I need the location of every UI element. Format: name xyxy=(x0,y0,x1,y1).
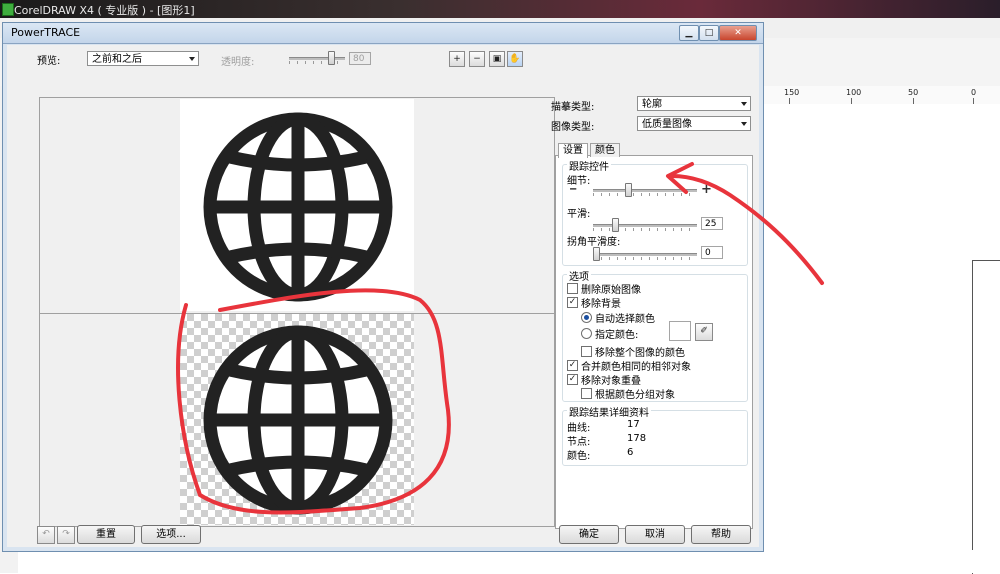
image-type-label: 图像类型: xyxy=(551,122,595,133)
horizontal-ruler: 150 100 50 0 xyxy=(762,86,1000,105)
options-group: 选项 删除原始图像 ✓ 移除背景 自动选择颜色 指定颜色: ✐ 移除整个图像的颜… xyxy=(562,268,748,402)
detail-slider[interactable] xyxy=(593,183,697,197)
dialog-titlebar[interactable]: PowerTRACE ▁ □ ✕ xyxy=(3,23,763,44)
slider-thumb[interactable] xyxy=(328,51,335,65)
corner-smoothness-input[interactable]: 0 xyxy=(701,246,723,259)
corner-smoothness-label: 拐角平滑度: xyxy=(567,237,621,248)
preview-mode-value: 之前和之后 xyxy=(92,54,142,65)
auto-color-radio[interactable] xyxy=(581,312,592,323)
smooth-input[interactable]: 25 xyxy=(701,217,723,230)
color-swatch[interactable] xyxy=(669,321,691,341)
app-title: CorelDRAW X4 ( 专业版 ) - [图形1] xyxy=(14,4,195,17)
before-preview-pane[interactable] xyxy=(39,97,555,314)
drawing-canvas[interactable] xyxy=(762,104,1000,573)
colors-value: 6 xyxy=(627,447,634,458)
pan-hand-icon[interactable]: ✋ xyxy=(507,51,523,67)
after-preview-pane[interactable] xyxy=(39,313,555,527)
image-type-value: 低质量图像 xyxy=(642,119,692,130)
chevron-down-icon xyxy=(741,102,747,106)
tab-settings[interactable]: 设置 xyxy=(558,143,588,158)
ruler-label: 0 xyxy=(971,88,977,97)
image-type-dropdown[interactable]: 低质量图像 xyxy=(637,116,751,131)
eyedropper-icon[interactable]: ✐ xyxy=(695,323,713,341)
transparency-slider[interactable] xyxy=(289,51,345,65)
chevron-down-icon xyxy=(741,122,747,126)
redo-icon[interactable]: ↷ xyxy=(57,526,75,544)
curves-value: 17 xyxy=(627,419,640,430)
plus-icon[interactable]: + xyxy=(701,182,712,197)
traced-image xyxy=(180,314,414,525)
undo-icon[interactable]: ↶ xyxy=(37,526,55,544)
settings-tab-panel: 设置 颜色 跟踪控件 细节: − + 平滑: 25 拐角平滑度: 0 选项 删除… xyxy=(555,143,753,529)
cancel-button[interactable]: 取消 xyxy=(625,525,685,544)
slider-thumb[interactable] xyxy=(593,247,600,261)
trace-type-dropdown[interactable]: 轮廓 xyxy=(637,96,751,111)
dialog-title: PowerTRACE xyxy=(11,26,81,39)
ok-button[interactable]: 确定 xyxy=(559,525,619,544)
transparency-label: 透明度: xyxy=(221,57,255,68)
minus-icon[interactable]: − xyxy=(569,184,577,195)
trace-type-value: 轮廓 xyxy=(642,99,662,110)
maximize-button[interactable]: □ xyxy=(699,25,719,41)
smooth-slider[interactable] xyxy=(593,218,697,232)
preview-label: 预览: xyxy=(37,56,61,67)
smooth-label: 平滑: xyxy=(567,209,591,220)
page-border xyxy=(972,260,1000,574)
delete-original-checkbox[interactable] xyxy=(567,283,578,294)
ruler-label: 150 xyxy=(784,88,800,97)
app-titlebar: CorelDRAW X4 ( 专业版 ) - [图形1] xyxy=(0,0,1000,18)
merge-adjacent-checkbox[interactable]: ✓ xyxy=(567,360,578,371)
group-by-color-label: 根据颜色分组对象 xyxy=(595,390,675,401)
trace-type-label: 描摹类型: xyxy=(551,102,595,113)
nodes-label: 节点: xyxy=(567,437,591,448)
merge-adjacent-label: 合并颜色相同的相邻对象 xyxy=(581,362,691,373)
options-button[interactable]: 选项... xyxy=(141,525,201,544)
status-area xyxy=(18,550,1000,573)
slider-thumb[interactable] xyxy=(625,183,632,197)
zoom-in-icon[interactable]: + xyxy=(449,51,465,67)
ruler-label: 50 xyxy=(908,88,919,97)
curves-label: 曲线: xyxy=(567,423,591,434)
globe-icon xyxy=(203,325,393,515)
chevron-down-icon xyxy=(189,57,195,61)
trace-results-group: 跟踪结果详细资料 曲线: 17 节点: 178 颜色: 6 xyxy=(562,404,748,466)
close-button[interactable]: ✕ xyxy=(719,25,757,41)
corner-smoothness-slider[interactable] xyxy=(593,247,697,261)
minimize-button[interactable]: ▁ xyxy=(679,25,699,41)
ruler-label: 100 xyxy=(846,88,862,97)
powertrace-dialog: PowerTRACE ▁ □ ✕ 预览: 之前和之后 透明度: 80 + − ▣… xyxy=(2,22,764,552)
slider-thumb[interactable] xyxy=(612,218,619,232)
trace-results-title: 跟踪结果详细资料 xyxy=(567,404,651,419)
zoom-out-icon[interactable]: − xyxy=(469,51,485,67)
preview-mode-dropdown[interactable]: 之前和之后 xyxy=(87,51,199,66)
fit-to-window-icon[interactable]: ▣ xyxy=(489,51,505,67)
remove-background-checkbox[interactable]: ✓ xyxy=(567,297,578,308)
specify-color-label: 指定颜色: xyxy=(595,330,639,341)
remove-overlap-label: 移除对象重叠 xyxy=(581,376,641,387)
trace-controls-group: 跟踪控件 细节: − + 平滑: 25 拐角平滑度: 0 xyxy=(562,158,748,266)
remove-background-label: 移除背景 xyxy=(581,299,621,310)
remove-overlap-checkbox[interactable]: ✓ xyxy=(567,374,578,385)
coreldraw-app-icon xyxy=(2,3,14,16)
group-by-color-checkbox[interactable] xyxy=(581,388,592,399)
dialog-body: 预览: 之前和之后 透明度: 80 + − ▣ ✋ 描摹类型: 轮廓 图像类型:… xyxy=(7,45,759,547)
help-button[interactable]: 帮助 xyxy=(691,525,751,544)
tab-colors[interactable]: 颜色 xyxy=(590,143,620,157)
colors-label: 颜色: xyxy=(567,451,591,462)
trace-controls-title: 跟踪控件 xyxy=(567,158,611,173)
remove-whole-image-color-label: 移除整个图像的颜色 xyxy=(595,348,685,359)
transparency-input[interactable]: 80 xyxy=(349,52,371,65)
specify-color-radio[interactable] xyxy=(581,328,592,339)
original-image xyxy=(180,99,414,311)
delete-original-label: 删除原始图像 xyxy=(581,285,641,296)
nodes-value: 178 xyxy=(627,433,647,444)
globe-icon xyxy=(203,112,393,302)
reset-button[interactable]: 重置 xyxy=(77,525,135,544)
remove-whole-image-color-checkbox[interactable] xyxy=(581,346,592,357)
auto-color-label: 自动选择颜色 xyxy=(595,314,655,325)
